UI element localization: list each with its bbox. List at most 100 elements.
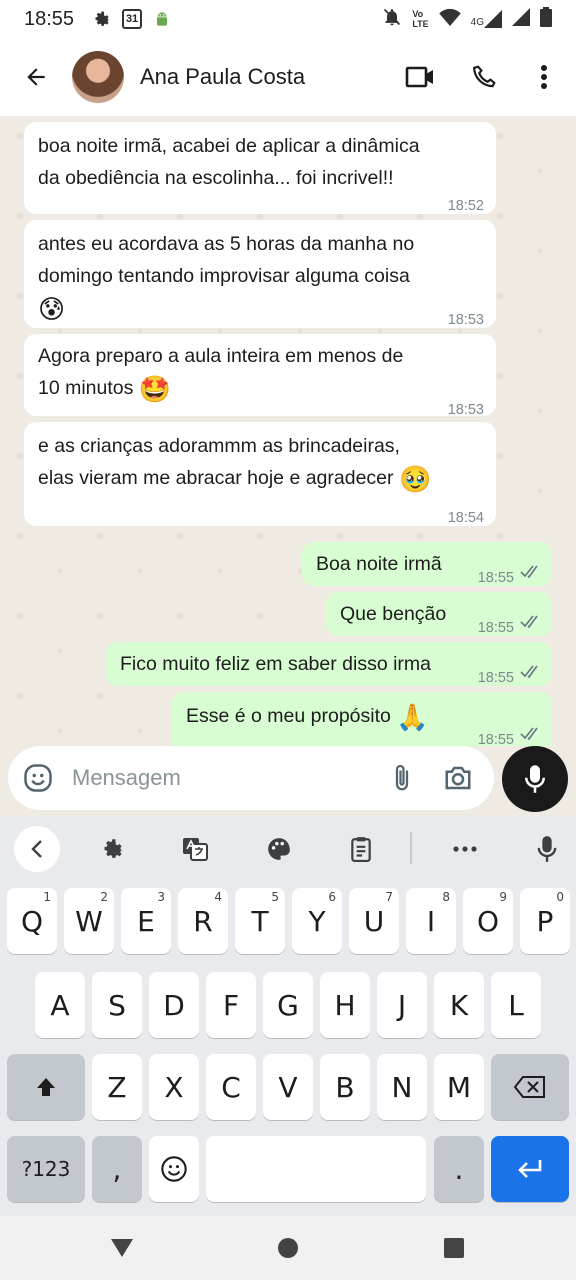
key-p[interactable]: P0 — [520, 888, 570, 954]
key-f[interactable]: F — [206, 972, 256, 1038]
message-text: Boa noite irmã — [316, 553, 442, 575]
mute-icon — [382, 7, 402, 32]
message-outgoing[interactable]: Esse é o meu propósito 🙏 18:55 — [172, 692, 552, 746]
android-debug-icon — [152, 9, 172, 29]
key-m[interactable]: M — [434, 1054, 484, 1120]
voice-call-button[interactable] — [456, 49, 512, 105]
mic-icon — [525, 765, 545, 793]
key-b[interactable]: B — [320, 1054, 370, 1120]
clipboard-button[interactable] — [338, 826, 384, 872]
system-nav-bar — [0, 1216, 576, 1280]
key-r[interactable]: R4 — [178, 888, 228, 954]
key-z[interactable]: Z — [92, 1054, 142, 1120]
message-outgoing[interactable]: Que benção 18:55 — [326, 592, 552, 636]
message-time: 18:55 — [477, 570, 514, 586]
keyboard-settings-button[interactable] — [90, 826, 136, 872]
holding-back-tears-emoji: 🥹 — [398, 463, 432, 494]
more-options-button[interactable] — [516, 49, 572, 105]
folded-hands-emoji: 🙏 — [396, 701, 429, 732]
theme-button[interactable] — [256, 826, 302, 872]
key-h[interactable]: H — [320, 972, 370, 1038]
key-i[interactable]: I8 — [406, 888, 456, 954]
palette-icon — [268, 838, 290, 860]
attach-button[interactable] — [374, 750, 430, 806]
message-composer: Mensagem — [0, 746, 576, 816]
message-time: 18:52 — [447, 198, 484, 214]
shift-key[interactable] — [7, 1054, 85, 1120]
key-v[interactable]: V — [263, 1054, 313, 1120]
toolbar-divider — [410, 832, 412, 864]
keyboard-collapse-button[interactable] — [14, 826, 60, 872]
nav-back-button[interactable] — [106, 1232, 138, 1264]
key-q[interactable]: Q1 — [7, 888, 57, 954]
period-key[interactable]: . — [434, 1136, 484, 1202]
key-a[interactable]: A — [35, 972, 85, 1038]
key-j[interactable]: J — [377, 972, 427, 1038]
read-ticks-icon — [520, 665, 538, 678]
key-y[interactable]: Y6 — [292, 888, 342, 954]
chat-header: Ana Paula Costa — [0, 38, 576, 116]
message-incoming[interactable]: antes eu acordava as 5 horas da manha no… — [24, 220, 496, 328]
message-incoming[interactable]: e as crianças adorammm as brincadeiras, … — [24, 422, 496, 526]
nav-home-button[interactable] — [272, 1232, 304, 1264]
message-incoming[interactable]: Agora preparo a aula inteira em menos de… — [24, 334, 496, 418]
settings-gear-icon — [104, 839, 124, 858]
key-o[interactable]: O9 — [463, 888, 513, 954]
key-u[interactable]: U7 — [349, 888, 399, 954]
space-key[interactable] — [206, 1136, 426, 1202]
key-e[interactable]: E3 — [121, 888, 171, 954]
star-struck-emoji: 🤩 — [138, 373, 172, 404]
camera-button[interactable] — [430, 750, 486, 806]
message-outgoing[interactable]: Boa noite irmã 18:55 — [302, 542, 552, 586]
message-outgoing[interactable]: Fico muito feliz em saber disso irma 18:… — [106, 642, 552, 686]
message-text: Esse é o meu propósito 🙏 — [186, 701, 429, 732]
status-bar: 18:55 31 Vo LTE 4G — [0, 0, 576, 38]
key-d[interactable]: D — [149, 972, 199, 1038]
contact-avatar[interactable] — [72, 51, 124, 103]
back-button[interactable] — [8, 49, 64, 105]
key-l[interactable]: L — [491, 972, 541, 1038]
more-tools-button[interactable] — [442, 826, 488, 872]
emoji-button[interactable] — [8, 748, 68, 808]
camera-icon — [445, 766, 471, 790]
back-arrow-icon — [27, 68, 45, 86]
calendar-day: 31 — [125, 13, 139, 25]
message-list[interactable]: boa noite irmã, acabei de aplicar a dinâ… — [0, 116, 576, 746]
enter-key[interactable] — [491, 1136, 569, 1202]
chevron-left-icon — [31, 840, 42, 858]
key-s[interactable]: S — [92, 972, 142, 1038]
comma-key[interactable]: , — [92, 1136, 142, 1202]
battery-icon — [540, 6, 552, 32]
key-n[interactable]: N — [377, 1054, 427, 1120]
message-text: Que benção — [340, 603, 447, 625]
message-input[interactable]: Mensagem — [72, 765, 374, 791]
key-t[interactable]: T5 — [235, 888, 285, 954]
message-text: e as crianças adorammm as brincadeiras, … — [38, 435, 432, 494]
read-ticks-icon — [520, 565, 538, 578]
voice-record-button[interactable] — [502, 746, 568, 812]
message-incoming[interactable]: boa noite irmã, acabei de aplicar a dinâ… — [24, 122, 496, 214]
video-call-button[interactable] — [392, 49, 448, 105]
key-w[interactable]: W2 — [64, 888, 114, 954]
contact-name[interactable]: Ana Paula Costa — [140, 64, 392, 90]
circle-icon — [278, 1238, 298, 1258]
message-input-container: Mensagem — [8, 746, 494, 810]
settings-gear-icon — [92, 9, 112, 29]
read-ticks-icon — [520, 615, 538, 628]
translate-button[interactable] — [172, 826, 218, 872]
key-g[interactable]: G — [263, 972, 313, 1038]
shift-arrow-icon — [37, 1078, 55, 1096]
key-k[interactable]: K — [434, 972, 484, 1038]
key-x[interactable]: X — [149, 1054, 199, 1120]
enter-arrow-icon — [518, 1160, 542, 1178]
nav-recents-button[interactable] — [438, 1232, 470, 1264]
signal-4g-icon: 4G — [471, 10, 502, 28]
phone-icon — [473, 65, 496, 88]
anxious-face-emoji: 😰 — [38, 293, 66, 324]
key-c[interactable]: C — [206, 1054, 256, 1120]
emoji-key[interactable] — [149, 1136, 199, 1202]
backspace-key[interactable] — [491, 1054, 569, 1120]
voice-input-button[interactable] — [524, 826, 570, 872]
symbols-key[interactable]: ?123 — [7, 1136, 85, 1202]
emoji-icon — [161, 1156, 187, 1182]
